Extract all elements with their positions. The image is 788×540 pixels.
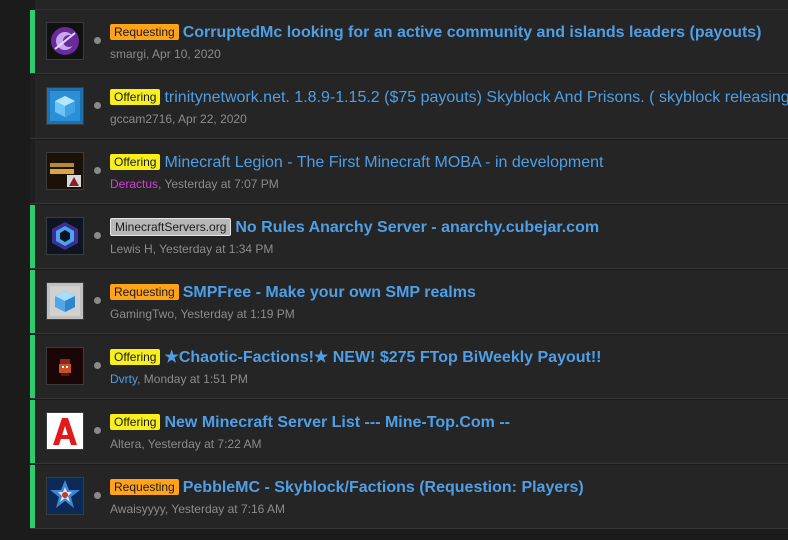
avatar[interactable] xyxy=(46,152,84,190)
avatar[interactable] xyxy=(46,412,84,450)
read-status-dot xyxy=(94,297,101,304)
prefix-badge[interactable]: MinecraftServers.org xyxy=(110,218,232,236)
thread-meta: Altera, Yesterday at 7:22 AM xyxy=(110,436,261,452)
avatar[interactable] xyxy=(46,22,84,60)
author-link[interactable]: Altera xyxy=(110,437,141,451)
prefix-badge[interactable]: Requesting xyxy=(110,479,179,495)
thread-meta: Awaisyyyy, Yesterday at 7:16 AM xyxy=(110,501,285,517)
blue-cube-icon xyxy=(47,88,83,124)
pebblemc-star-logo-icon xyxy=(47,478,83,514)
author-link[interactable]: smargi xyxy=(110,47,146,61)
avatar[interactable] xyxy=(46,347,84,385)
unread-indicator-bar xyxy=(30,205,35,268)
thread-title-link[interactable]: Minecraft Legion - The First Minecraft M… xyxy=(164,154,603,171)
thread-row-pebblemc[interactable]: Requesting PebbleMC - Skyblock/Factions (… xyxy=(30,465,788,529)
prefix-badge[interactable]: Requesting xyxy=(110,284,179,300)
thread-meta: Dvrty, Monday at 1:51 PM xyxy=(110,371,248,387)
cubejar-logo-icon xyxy=(47,218,83,254)
thread-meta: Lewis H, Yesterday at 1:34 PM xyxy=(110,241,273,257)
prefix-badge[interactable]: Offering xyxy=(110,414,161,430)
thread-date[interactable]: , Yesterday at 7:07 PM xyxy=(158,177,279,191)
read-indicator-bar xyxy=(30,75,35,138)
thread-list: Requesting CorruptedMc looking for an act… xyxy=(0,0,788,540)
unread-indicator-bar xyxy=(30,270,35,333)
thread-row-smpfree[interactable]: Requesting SMPFree - Make your own SMP re… xyxy=(30,270,788,334)
thread-title-link[interactable]: New Minecraft Server List --- Mine-Top.C… xyxy=(164,414,510,431)
thread-date[interactable]: , Yesterday at 7:22 AM xyxy=(141,437,261,451)
author-link[interactable]: Awaisyyyy xyxy=(110,502,165,516)
author-link[interactable]: Lewis H xyxy=(110,242,153,256)
thread-title-link[interactable]: trinitynetwork.net. 1.8.9-1.15.2 ($75 pa… xyxy=(164,89,788,106)
read-status-dot xyxy=(94,362,101,369)
thread-title-link[interactable]: ★Chaotic-Factions!★ NEW! $275 FTop BiWee… xyxy=(164,349,601,366)
thread-meta: gccam2716, Apr 22, 2020 xyxy=(110,111,247,127)
red-letter-a-icon xyxy=(47,413,83,449)
prefix-badge[interactable]: Offering xyxy=(110,89,161,105)
unread-indicator-bar xyxy=(30,400,35,463)
thread-date[interactable]: , Yesterday at 1:19 PM xyxy=(174,307,295,321)
prefix-badge[interactable]: Requesting xyxy=(110,24,179,40)
thread-title-link[interactable]: No Rules Anarchy Server - anarchy.cubeja… xyxy=(235,219,599,236)
avatar[interactable] xyxy=(46,282,84,320)
thread-row-chaotic-factions[interactable]: Offering ★Chaotic-Factions!★ NEW! $275 FT… xyxy=(30,335,788,399)
thread-date[interactable]: , Apr 22, 2020 xyxy=(172,112,247,126)
thread-date[interactable]: , Yesterday at 1:34 PM xyxy=(153,242,274,256)
unread-indicator-bar xyxy=(30,10,35,73)
page-margin xyxy=(0,0,30,540)
prefix-badge[interactable]: Offering xyxy=(110,349,161,365)
thread-row-trinitynetwork[interactable]: Offering trinitynetwork.net. 1.8.9-1.15.2… xyxy=(30,75,788,139)
read-status-dot xyxy=(94,167,101,174)
prefix-badge[interactable]: Offering xyxy=(110,154,161,170)
author-link[interactable]: Deractus xyxy=(110,177,158,191)
avatar[interactable] xyxy=(46,217,84,255)
author-link[interactable]: GamingTwo xyxy=(110,307,174,321)
thread-title-link[interactable]: SMPFree - Make your own SMP realms xyxy=(183,284,476,301)
author-link[interactable]: Dvrty xyxy=(110,372,137,386)
thread-title-link[interactable]: CorruptedMc looking for an active commun… xyxy=(183,24,762,41)
thread-meta: Deractus, Yesterday at 7:07 PM xyxy=(110,176,279,192)
minecraft-legion-logo-icon xyxy=(47,153,83,189)
thread-row-anarchy-server[interactable]: MinecraftServers.org No Rules Anarchy Ser… xyxy=(30,205,788,269)
thread-meta: smargi, Apr 10, 2020 xyxy=(110,46,221,62)
thread-row-minecraft-legion[interactable]: Offering Minecraft Legion - The First Min… xyxy=(30,140,788,204)
thread-date[interactable]: , Yesterday at 7:16 AM xyxy=(165,502,285,516)
blue-cube-icon xyxy=(47,283,83,319)
corruptedmc-logo-icon xyxy=(47,23,83,59)
read-status-dot xyxy=(94,37,101,44)
read-status-dot xyxy=(94,427,101,434)
thread-date[interactable]: , Apr 10, 2020 xyxy=(146,47,221,61)
author-link[interactable]: gccam2716 xyxy=(110,112,172,126)
chaotic-factions-avatar-icon xyxy=(47,348,83,384)
unread-indicator-bar xyxy=(30,335,35,398)
read-indicator-bar xyxy=(30,140,35,203)
thread-title-link[interactable]: PebbleMC - Skyblock/Factions (Requestion… xyxy=(183,479,584,496)
thread-row-mine-top[interactable]: Offering New Minecraft Server List --- Mi… xyxy=(30,400,788,464)
thread-date[interactable]: , Monday at 1:51 PM xyxy=(137,372,248,386)
read-status-dot xyxy=(94,102,101,109)
unread-indicator-bar xyxy=(30,465,35,528)
avatar[interactable] xyxy=(46,87,84,125)
thread-meta: GamingTwo, Yesterday at 1:19 PM xyxy=(110,306,295,322)
avatar[interactable] xyxy=(46,477,84,515)
thread-row-corruptedmc[interactable]: Requesting CorruptedMc looking for an act… xyxy=(30,10,788,74)
read-status-dot xyxy=(94,492,101,499)
read-status-dot xyxy=(94,232,101,239)
previous-row-edge xyxy=(35,0,788,10)
